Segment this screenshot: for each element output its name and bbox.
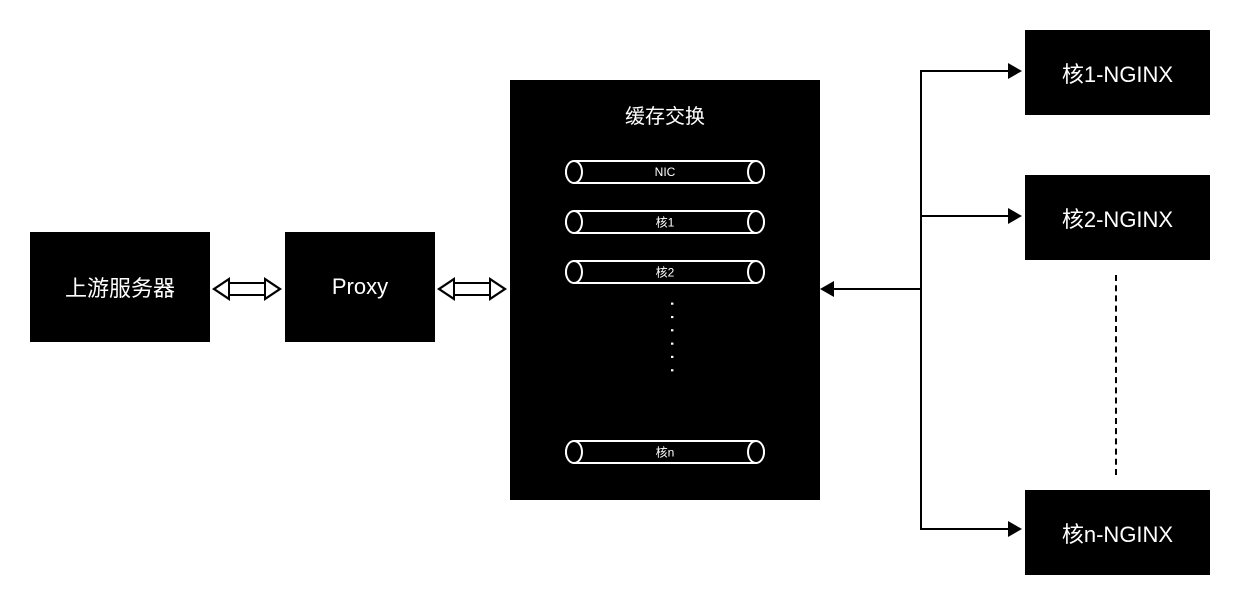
- upstream-server-label: 上游服务器: [65, 271, 175, 303]
- queue-nic-label: NIC: [655, 165, 676, 179]
- coren-label: 核n-NGINX: [1062, 517, 1173, 549]
- branch-vertical: [920, 70, 922, 530]
- core2-label: 核2-NGINX: [1062, 202, 1173, 234]
- arrow-head-core2: [1008, 208, 1022, 224]
- cache-exchange-box: 缓存交换 NIC 核1 核2 ······ 核n: [510, 80, 820, 500]
- branch-core1: [920, 70, 1010, 72]
- cache-exchange-title: 缓存交换: [510, 100, 820, 129]
- queue-coren-label: 核n: [656, 444, 675, 461]
- branch-coren: [920, 528, 1010, 530]
- queue-coren: 核n: [565, 440, 765, 464]
- branch-core2: [920, 215, 1010, 217]
- upstream-server-box: 上游服务器: [30, 232, 210, 342]
- queue-ellipsis: ······: [660, 300, 686, 420]
- branch-trunk: [832, 288, 922, 290]
- arrow-proxy-queue: [437, 280, 507, 298]
- cores-ellipsis: [1115, 275, 1117, 475]
- arrow-head-core1: [1008, 63, 1022, 79]
- core1-label: 核1-NGINX: [1062, 57, 1173, 89]
- queue-core1: 核1: [565, 210, 765, 234]
- arrow-upstream-proxy: [212, 280, 282, 298]
- core2-box: 核2-NGINX: [1025, 175, 1210, 260]
- proxy-box: Proxy: [285, 232, 435, 342]
- queue-core2: 核2: [565, 260, 765, 284]
- core1-box: 核1-NGINX: [1025, 30, 1210, 115]
- proxy-label: Proxy: [332, 274, 388, 300]
- arrow-head-coren: [1008, 521, 1022, 537]
- queue-nic: NIC: [565, 160, 765, 184]
- queue-core1-label: 核1: [656, 214, 675, 231]
- coren-box: 核n-NGINX: [1025, 490, 1210, 575]
- queue-core2-label: 核2: [656, 264, 675, 281]
